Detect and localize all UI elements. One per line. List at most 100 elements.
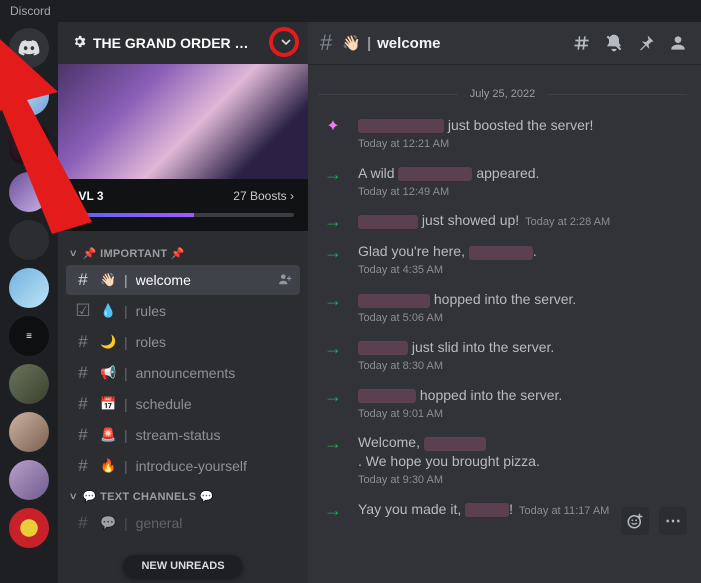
home-button[interactable] xyxy=(9,28,49,68)
system-text: just boosted the server! xyxy=(358,117,593,133)
new-unreads-pill[interactable]: NEW UNREADS xyxy=(123,555,242,577)
wave-icon: 👋🏻 xyxy=(342,34,361,52)
server-banner xyxy=(58,64,308,179)
timestamp: Today at 9:30 AM xyxy=(358,473,685,488)
join-message[interactable]: → just slid into the server.Today at 8:3… xyxy=(318,332,687,380)
more-button[interactable]: ⋯ xyxy=(659,507,687,535)
channel-emoji: 💬 xyxy=(100,515,116,531)
create-invite-icon[interactable] xyxy=(278,272,292,289)
channel-general[interactable]: #💬|general xyxy=(66,508,300,538)
threads-icon[interactable] xyxy=(571,32,593,54)
channel-announcements[interactable]: #📢|announcements xyxy=(66,358,300,388)
join-message[interactable]: → just showed up! Today at 2:28 AM xyxy=(318,205,687,236)
join-arrow-icon: → xyxy=(320,387,346,405)
timestamp: Today at 12:49 AM xyxy=(358,185,685,200)
main-area: # 👋🏻| welcome July 25, 2022 ✦ just boost… xyxy=(308,22,701,583)
timestamp: Today at 9:01 AM xyxy=(358,407,685,422)
redacted-username xyxy=(398,167,472,181)
server-icon[interactable] xyxy=(9,220,49,260)
hash-icon: # xyxy=(74,513,92,533)
channel-schedule[interactable]: #📅|schedule xyxy=(66,389,300,419)
server-icon[interactable] xyxy=(9,508,49,548)
server-rail: ≡ xyxy=(0,22,58,583)
add-reaction-button[interactable] xyxy=(621,507,649,535)
titlebar: Discord xyxy=(0,0,701,22)
system-text: just slid into the server. xyxy=(358,339,554,355)
channel-list: ˅📌 IMPORTANT 📌#👋🏻|welcome☑💧|rules#🌙|role… xyxy=(58,231,308,583)
channel-roles[interactable]: #🌙|roles xyxy=(66,327,300,357)
server-icon[interactable] xyxy=(9,412,49,452)
join-arrow-icon: → xyxy=(320,212,346,230)
discord-logo-icon xyxy=(18,37,40,59)
server-icon[interactable] xyxy=(9,268,49,308)
system-text: Yay you made it, ! xyxy=(358,501,513,517)
notifications-icon[interactable] xyxy=(603,32,625,54)
channel-topbar: # 👋🏻| welcome xyxy=(308,22,701,64)
server-icon[interactable] xyxy=(9,76,49,116)
system-text: hopped into the server. xyxy=(358,291,576,307)
server-icon[interactable] xyxy=(9,172,49,212)
channel-emoji: 💧 xyxy=(100,303,116,319)
members-icon[interactable] xyxy=(667,32,689,54)
redacted-username xyxy=(469,246,533,260)
server-icon[interactable] xyxy=(9,124,49,164)
hash-icon: # xyxy=(74,270,92,290)
join-message[interactable]: →Welcome, . We hope you brought pizza.To… xyxy=(318,427,687,494)
boost-icon: ✦ xyxy=(320,116,346,136)
redacted-username xyxy=(358,341,408,355)
channel-title: welcome xyxy=(377,35,440,52)
server-icon[interactable] xyxy=(9,460,49,500)
server-icon[interactable] xyxy=(9,364,49,404)
channel-emoji: 👋🏻 xyxy=(100,272,116,288)
join-message[interactable]: →A wild appeared.Today at 12:49 AM xyxy=(318,158,687,206)
gear-icon xyxy=(72,34,87,52)
channel-label: roles xyxy=(136,334,292,350)
chevron-down-icon xyxy=(278,34,294,53)
pin-icon[interactable] xyxy=(635,32,657,54)
message-actions: ⋯ xyxy=(621,507,687,535)
channel-label: general xyxy=(136,515,292,531)
server-icon[interactable]: ≡ xyxy=(9,316,49,356)
message-list: July 25, 2022 ✦ just boosted the server!… xyxy=(308,64,701,583)
rules-icon: ☑ xyxy=(74,301,92,321)
system-text: Welcome, . We hope you brought pizza. xyxy=(358,434,540,469)
timestamp: Today at 11:17 AM xyxy=(519,505,609,517)
redacted-username xyxy=(358,119,444,133)
server-header[interactable]: THE GRAND ORDER … xyxy=(58,22,308,64)
redacted-username xyxy=(424,437,486,451)
channel-rules[interactable]: ☑💧|rules xyxy=(66,296,300,326)
channel-emoji: 📢 xyxy=(100,365,116,381)
boost-progress xyxy=(72,213,294,217)
category-header[interactable]: ˅💬 TEXT CHANNELS 💬 xyxy=(64,482,302,507)
redacted-username xyxy=(358,215,418,229)
channel-emoji: 🔥 xyxy=(100,458,116,474)
redacted-username xyxy=(358,389,416,403)
chevron-right-icon: › xyxy=(290,189,294,203)
join-arrow-icon: → xyxy=(320,243,346,261)
join-message[interactable]: → hopped into the server. Today at 5:06 A… xyxy=(318,284,687,332)
redacted-username xyxy=(358,294,430,308)
join-message[interactable]: → hopped into the server.Today at 9:01 A… xyxy=(318,380,687,428)
channel-label: rules xyxy=(136,303,292,319)
channel-emoji: 🌙 xyxy=(100,334,116,350)
channel-introduce-yourself[interactable]: #🔥|introduce-yourself xyxy=(66,451,300,481)
channel-welcome[interactable]: #👋🏻|welcome xyxy=(66,265,300,295)
boost-panel[interactable]: LVL 3 27 Boosts › xyxy=(58,179,308,231)
boost-message[interactable]: ✦ just boosted the server!Today at 12:21… xyxy=(318,110,687,158)
system-text: just showed up! xyxy=(358,212,519,228)
channel-label: stream-status xyxy=(136,427,292,443)
hash-icon: # xyxy=(320,30,332,56)
category-header[interactable]: ˅📌 IMPORTANT 📌 xyxy=(64,239,302,264)
hash-icon: # xyxy=(74,425,92,445)
join-arrow-icon: → xyxy=(320,291,346,309)
join-message[interactable]: →Glad you're here, .Today at 4:35 AM xyxy=(318,236,687,284)
hash-icon: # xyxy=(74,456,92,476)
timestamp: Today at 5:06 AM xyxy=(358,311,685,326)
date-divider: July 25, 2022 xyxy=(318,88,687,100)
timestamp: Today at 2:28 AM xyxy=(525,216,610,228)
hash-icon: # xyxy=(74,332,92,352)
chevron-down-icon: ˅ xyxy=(70,491,77,503)
hash-icon: # xyxy=(74,394,92,414)
channel-label: schedule xyxy=(136,396,292,412)
channel-stream-status[interactable]: #🚨|stream-status xyxy=(66,420,300,450)
